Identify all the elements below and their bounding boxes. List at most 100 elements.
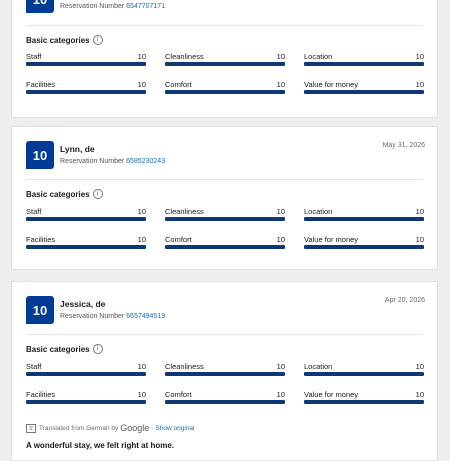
basic-categories-label: Basic categories xyxy=(26,35,90,45)
category-cleanliness: Cleanliness 10 xyxy=(165,362,285,378)
category-value: 10 xyxy=(415,52,424,61)
google-logo: Google xyxy=(120,423,150,433)
review-date: Apr 20, 2026 xyxy=(384,297,425,304)
category-bar xyxy=(165,245,285,249)
category-facilities: Facilities 10 xyxy=(26,235,146,251)
category-bar-fill xyxy=(304,245,424,249)
info-icon[interactable]: i xyxy=(92,189,103,199)
basic-categories-label: Basic categories xyxy=(26,189,90,199)
divider xyxy=(26,179,423,180)
review-date: May 31, 2026 xyxy=(382,142,425,149)
category-value: 10 xyxy=(415,207,424,216)
category-bar xyxy=(304,62,424,66)
category-bar-fill xyxy=(304,62,424,66)
review-card: 10 Lynn, de Reservation Number 658523024… xyxy=(11,126,438,270)
category-bar-fill xyxy=(26,90,146,94)
category-location: Location 10 xyxy=(304,362,424,378)
info-icon[interactable]: i xyxy=(92,35,103,45)
reservation-number-link[interactable]: 6585230243 xyxy=(126,158,165,165)
review-title: A wonderful stay, we felt right at home. xyxy=(26,441,175,450)
category-label: Cleanliness xyxy=(165,207,204,216)
reservation-number: Reservation Number 6585230243 xyxy=(60,158,165,165)
category-bar xyxy=(26,372,146,376)
category-staff: Staff 10 xyxy=(26,52,146,68)
basic-categories-heading: Basic categories i xyxy=(26,35,103,45)
category-bar-fill xyxy=(165,217,285,221)
category-bar-fill xyxy=(304,90,424,94)
category-bar xyxy=(304,372,424,376)
translation-prefix: Translated from German by xyxy=(39,424,119,432)
category-label: Facilities xyxy=(26,390,56,399)
category-label: Comfort xyxy=(165,390,192,399)
category-comfort: Comfort 10 xyxy=(165,80,285,96)
category-label: Cleanliness xyxy=(165,52,204,61)
category-cleanliness: Cleanliness 10 xyxy=(165,52,285,68)
reservation-label: Reservation Number xyxy=(60,313,125,320)
category-bar xyxy=(26,400,146,404)
translation-notice: 文 Translated from German by Google · Sho… xyxy=(26,423,194,433)
reservation-label: Reservation Number xyxy=(60,158,125,165)
category-label: Staff xyxy=(26,52,42,61)
category-value: 10 xyxy=(276,362,285,371)
basic-categories-label: Basic categories xyxy=(26,344,90,354)
category-value: 10 xyxy=(276,235,285,244)
category-label: Location xyxy=(304,207,333,216)
reservation-label: Reservation Number xyxy=(60,3,125,10)
category-bar xyxy=(304,400,424,404)
category-value: 10 xyxy=(415,362,424,371)
category-bar xyxy=(165,217,285,221)
category-label: Value for money xyxy=(304,80,359,89)
category-label: Staff xyxy=(26,362,42,371)
category-label: Facilities xyxy=(26,80,56,89)
category-value: 10 xyxy=(276,80,285,89)
translate-icon: 文 xyxy=(26,423,36,433)
category-value: 10 xyxy=(137,390,146,399)
category-bar-fill xyxy=(304,372,424,376)
category-bar-fill xyxy=(165,90,285,94)
divider xyxy=(26,25,423,26)
reservation-number-link[interactable]: 6657494519 xyxy=(126,313,165,320)
category-bar xyxy=(165,400,285,404)
category-value: 10 xyxy=(276,207,285,216)
category-cleanliness: Cleanliness 10 xyxy=(165,207,285,223)
show-original-link[interactable]: Show original xyxy=(155,425,194,432)
info-icon[interactable]: i xyxy=(92,344,103,354)
reviewer-name: Jessica, de xyxy=(60,299,106,309)
category-bar-fill xyxy=(165,62,285,66)
category-location: Location 10 xyxy=(304,207,424,223)
category-value: 10 xyxy=(276,390,285,399)
category-facilities: Facilities 10 xyxy=(26,80,146,96)
category-staff: Staff 10 xyxy=(26,362,146,378)
category-bar xyxy=(165,90,285,94)
category-value-for-money: Value for money 10 xyxy=(304,80,424,96)
category-label: Staff xyxy=(26,207,42,216)
category-bar-fill xyxy=(304,400,424,404)
category-bar xyxy=(26,217,146,221)
category-bar-fill xyxy=(26,245,146,249)
score-badge: 10 xyxy=(26,296,54,324)
category-bar-fill xyxy=(26,400,146,404)
category-bar xyxy=(165,372,285,376)
review-card: 10 Jessica, de Reservation Number 665749… xyxy=(11,281,438,461)
category-value: 10 xyxy=(415,235,424,244)
category-value: 10 xyxy=(415,80,424,89)
category-label: Value for money xyxy=(304,390,359,399)
reservation-number: Reservation Number 6657494519 xyxy=(60,313,165,320)
divider xyxy=(26,334,423,335)
category-bar-fill xyxy=(26,62,146,66)
category-bar xyxy=(304,217,424,221)
translation-separator: · xyxy=(151,424,154,432)
score-badge: 10 xyxy=(26,0,54,13)
basic-categories-heading: Basic categories i xyxy=(26,344,103,354)
category-label: Cleanliness xyxy=(165,362,204,371)
basic-categories-heading: Basic categories i xyxy=(26,189,103,199)
category-bar-fill xyxy=(26,372,146,376)
category-label: Location xyxy=(304,52,333,61)
category-bar-fill xyxy=(26,217,146,221)
category-value: 10 xyxy=(137,52,146,61)
category-value: 10 xyxy=(276,52,285,61)
reservation-number-link[interactable]: 6547707171 xyxy=(126,3,165,10)
reservation-number: Reservation Number 6547707171 xyxy=(60,3,165,10)
category-bar-fill xyxy=(165,400,285,404)
category-value: 10 xyxy=(137,362,146,371)
